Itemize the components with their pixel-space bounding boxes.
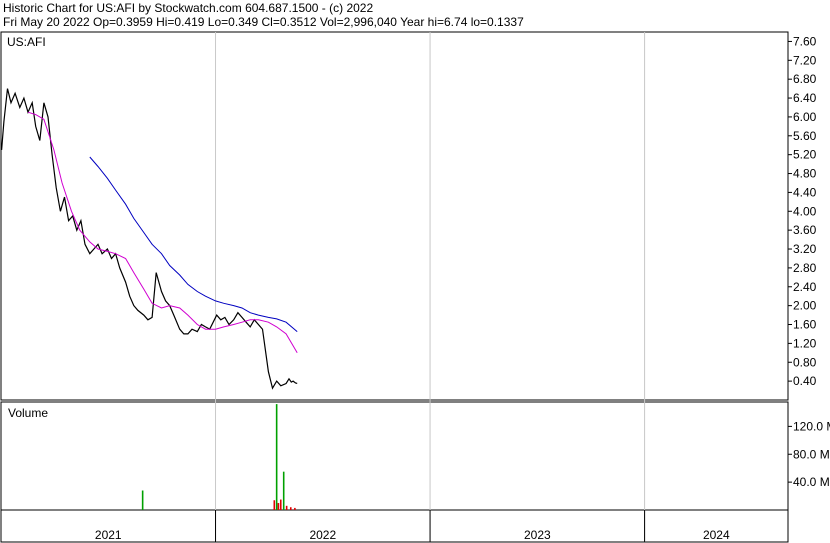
price-tick-label: 6.40 xyxy=(793,91,817,105)
price-tick-label: 5.20 xyxy=(793,148,817,162)
year-label: 2023 xyxy=(524,528,551,542)
volume-panel-title: Volume xyxy=(8,406,48,420)
price-tick-label: 2.00 xyxy=(793,299,817,313)
price-tick-label: 2.40 xyxy=(793,280,817,294)
year-label: 2022 xyxy=(309,528,336,542)
price-tick-label: 3.20 xyxy=(793,242,817,256)
price-axis-ticks: 7.60 7.20 6.80 6.40 6.00 5.60 5.20 4.80 4.40 4.00… xyxy=(788,34,817,388)
volume-tick-label: 40.0 M xyxy=(793,475,830,489)
price-tick-label: 6.80 xyxy=(793,72,817,86)
price-tick-label: 7.20 xyxy=(793,53,817,67)
chart-window: Historic Chart for US:AFI by Stockwatch.… xyxy=(0,0,830,543)
volume-tick-label: 80.0 M xyxy=(793,447,830,461)
price-tick-label: 1.60 xyxy=(793,318,817,332)
price-tick-label: 4.00 xyxy=(793,204,817,218)
price-tick-label: 2.80 xyxy=(793,261,817,275)
price-tick-label: 0.80 xyxy=(793,355,817,369)
price-tick-label: 3.60 xyxy=(793,223,817,237)
price-tick-label: 6.00 xyxy=(793,110,817,124)
volume-tick-label: 120.0 M xyxy=(793,419,830,433)
price-panel-title: US:AFI xyxy=(7,35,46,49)
price-tick-label: 5.60 xyxy=(793,129,817,143)
volume-panel xyxy=(0,401,789,511)
price-panel xyxy=(0,31,789,401)
price-tick-label: 4.40 xyxy=(793,185,817,199)
price-tick-label: 1.20 xyxy=(793,336,817,350)
volume-axis-ticks: 120.0 M 80.0 M 40.0 M xyxy=(788,419,830,489)
price-tick-label: 0.40 xyxy=(793,374,817,388)
price-tick-label: 7.60 xyxy=(793,34,817,48)
year-label: 2024 xyxy=(703,528,730,542)
price-tick-label: 4.80 xyxy=(793,167,817,181)
price-volume-chart: 7.60 7.20 6.80 6.40 6.00 5.60 5.20 4.80 4.40 4.00… xyxy=(0,31,830,543)
year-label: 2021 xyxy=(95,528,122,542)
